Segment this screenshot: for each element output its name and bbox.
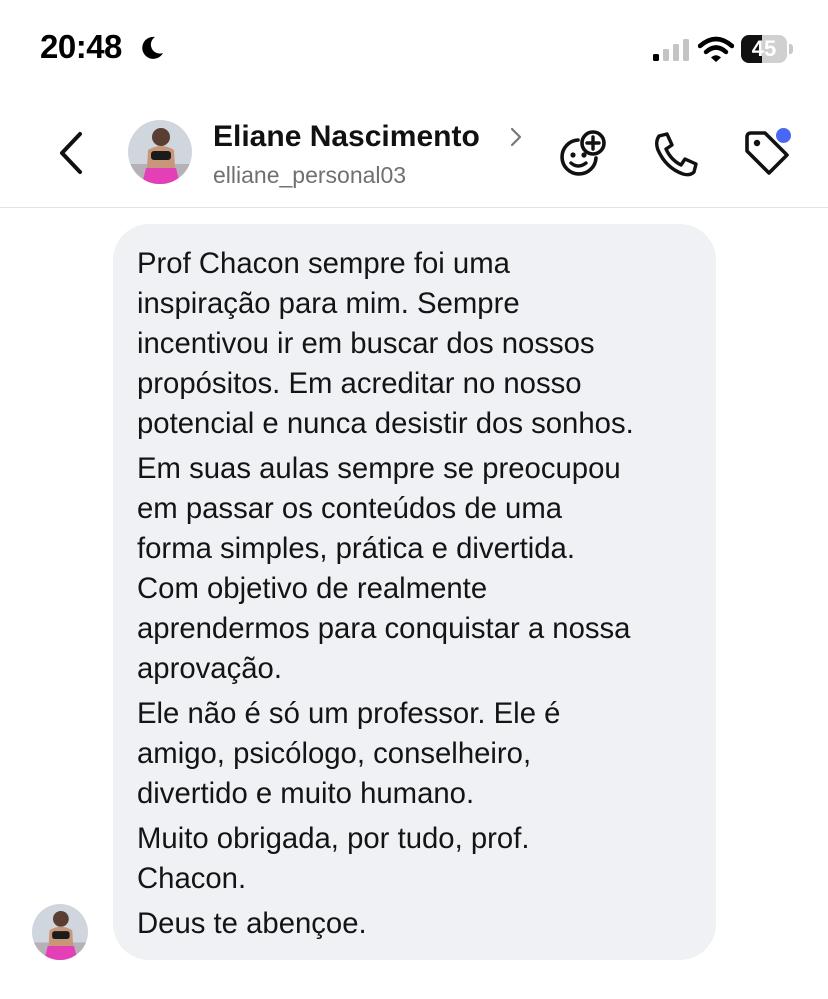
message-line: potencial e nunca desistir dos sonhos.: [137, 407, 634, 440]
chevron-right-icon[interactable]: [508, 126, 524, 148]
message-line: Muito obrigada, por tudo, prof.: [137, 822, 530, 855]
back-icon[interactable]: [56, 130, 86, 176]
message-paragraph: Em suas aulas sempre se preocupou em pass…: [137, 449, 694, 689]
message-line: inspiração para mim. Sempre: [137, 287, 520, 320]
contact-name[interactable]: Eliane Nascimento: [213, 120, 480, 154]
message-line: incentivou ir em buscar dos nossos: [137, 327, 595, 360]
message-line: Deus te abençoe.: [137, 907, 367, 940]
notification-dot: [776, 128, 791, 143]
message-line: divertido e muito humano.: [137, 777, 475, 810]
message-line: Ele não é só um professor. Ele é: [137, 697, 561, 730]
message-line: amigo, psicólogo, conselheiro,: [137, 737, 532, 770]
message-line: propósitos. Em acreditar no nosso: [137, 367, 582, 400]
battery-icon: 45: [741, 35, 795, 65]
chat-header: Eliane Nascimento elliane_personal03: [0, 100, 828, 208]
message-paragraph: Ele não é só um professor. Ele é amigo, p…: [137, 694, 694, 814]
contact-username: elliane_personal03: [213, 162, 407, 188]
message-paragraph: Deus te abençoe.: [137, 904, 694, 944]
signal-icon: [653, 39, 689, 61]
wifi-icon: [698, 36, 734, 62]
message-line: em passar os conteúdos de uma: [137, 492, 563, 525]
call-icon[interactable]: [650, 128, 702, 180]
moon-icon: [142, 36, 163, 59]
avatar[interactable]: [128, 120, 192, 184]
message-paragraph: Muito obrigada, por tudo, prof. Chacon.: [137, 819, 694, 899]
battery-level: 45: [751, 36, 777, 61]
message-line: Com objetivo de realmente: [137, 572, 488, 605]
message-bubble[interactable]: Prof Chacon sempre foi uma inspiração par…: [113, 224, 716, 960]
game-icon[interactable]: [556, 128, 608, 180]
status-bar: 20:48 45: [0, 0, 828, 100]
message-line: Em suas aulas sempre se preocupou: [137, 452, 621, 485]
message-paragraph: Prof Chacon sempre foi uma inspiração par…: [137, 244, 694, 444]
message-line: forma simples, prática e divertida.: [137, 532, 575, 565]
message-line: Prof Chacon sempre foi uma: [137, 247, 510, 280]
message-line: aprovação.: [137, 652, 282, 685]
message-line: aprendermos para conquistar a nossa: [137, 612, 631, 645]
message-line: Chacon.: [137, 862, 247, 895]
sender-avatar[interactable]: [32, 904, 88, 960]
status-time: 20:48: [40, 28, 122, 65]
